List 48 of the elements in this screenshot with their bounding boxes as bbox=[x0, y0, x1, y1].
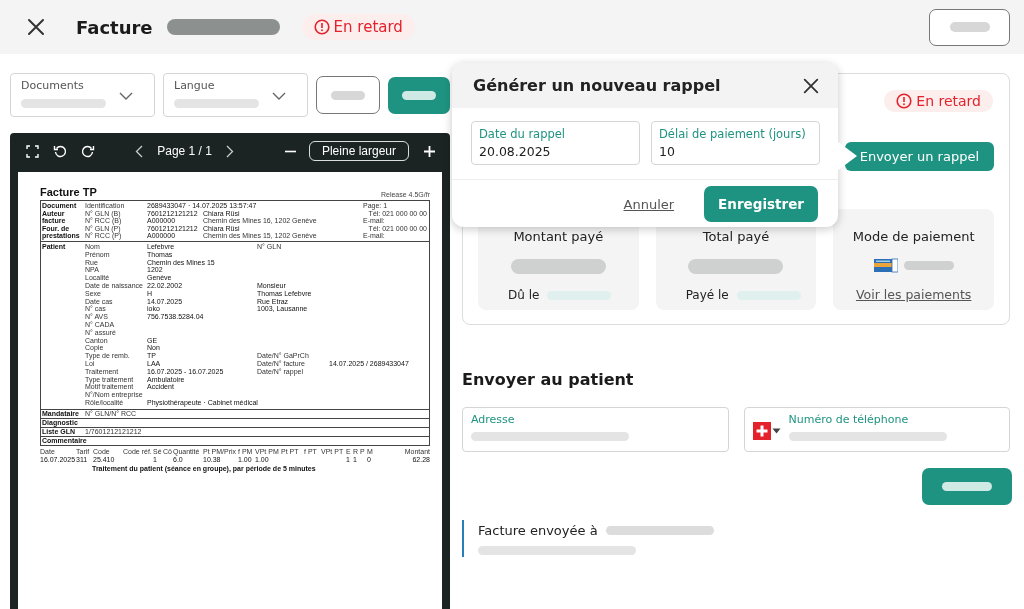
date-label: Payé le bbox=[685, 288, 729, 302]
chevron-down-icon[interactable] bbox=[271, 91, 287, 101]
input-field[interactable]: Délai de paiement (jours) 10 bbox=[651, 121, 820, 165]
outline-button[interactable] bbox=[929, 8, 1010, 46]
address-field[interactable]: Adresse bbox=[462, 407, 729, 452]
view-payments-link[interactable]: Voir les paiements bbox=[855, 287, 972, 302]
document-title: Facture TP bbox=[40, 186, 97, 198]
page-indicator: Page 1 / 1 bbox=[157, 144, 212, 158]
placeholder-bar bbox=[949, 22, 990, 32]
chevron-right-icon[interactable] bbox=[225, 144, 234, 158]
swiss-flag-icon[interactable] bbox=[752, 422, 771, 440]
placeholder-bar bbox=[903, 261, 954, 270]
cancel-link[interactable]: Annuler bbox=[623, 196, 675, 212]
phone-field[interactable]: Numéro de téléphone bbox=[743, 407, 1010, 452]
select-field[interactable]: Langue bbox=[163, 73, 308, 117]
status-badge: En retard bbox=[884, 90, 993, 112]
fullscreen-icon[interactable] bbox=[26, 144, 39, 158]
popup-title: Générer un nouveau rappel bbox=[473, 76, 721, 95]
rotate-right-icon[interactable] bbox=[81, 144, 95, 158]
send-button[interactable] bbox=[922, 468, 1012, 505]
zoom-in-icon[interactable] bbox=[423, 144, 436, 158]
alert-icon bbox=[896, 93, 913, 109]
page-title: Facture bbox=[76, 16, 153, 38]
date-label: Dû le bbox=[508, 288, 540, 302]
alert-icon bbox=[313, 19, 330, 35]
status-badge: En retard bbox=[301, 14, 415, 40]
section-heading: Envoyer au patient bbox=[462, 370, 635, 389]
tile-title: Montant payé bbox=[513, 229, 604, 244]
history-label: Facture envoyée à bbox=[478, 523, 598, 538]
close-icon[interactable] bbox=[802, 76, 820, 95]
outline-button[interactable] bbox=[316, 76, 380, 114]
chevron-down-icon[interactable] bbox=[118, 91, 134, 101]
select-field[interactable]: Documents bbox=[10, 73, 155, 117]
save-button[interactable]: Enregistrer bbox=[704, 186, 818, 222]
close-icon[interactable] bbox=[26, 17, 46, 37]
placeholder-bar bbox=[401, 90, 436, 100]
send-reminder-button[interactable]: Envoyer un rappel bbox=[844, 142, 994, 171]
caret-down-icon[interactable] bbox=[771, 428, 781, 434]
input-field[interactable]: Date du rappel 20.08.2025 bbox=[471, 121, 640, 165]
primary-button[interactable] bbox=[387, 76, 450, 114]
tile-title: Mode de paiement bbox=[852, 229, 975, 244]
placeholder-bar bbox=[330, 90, 365, 100]
rotate-left-icon[interactable] bbox=[53, 144, 67, 158]
chevron-left-icon[interactable] bbox=[135, 144, 144, 158]
fit-width-button[interactable]: Pleine largeur bbox=[308, 141, 409, 161]
tile-title: Total payé bbox=[702, 229, 770, 244]
banknote-icon bbox=[873, 258, 898, 273]
placeholder-bar bbox=[942, 482, 992, 491]
